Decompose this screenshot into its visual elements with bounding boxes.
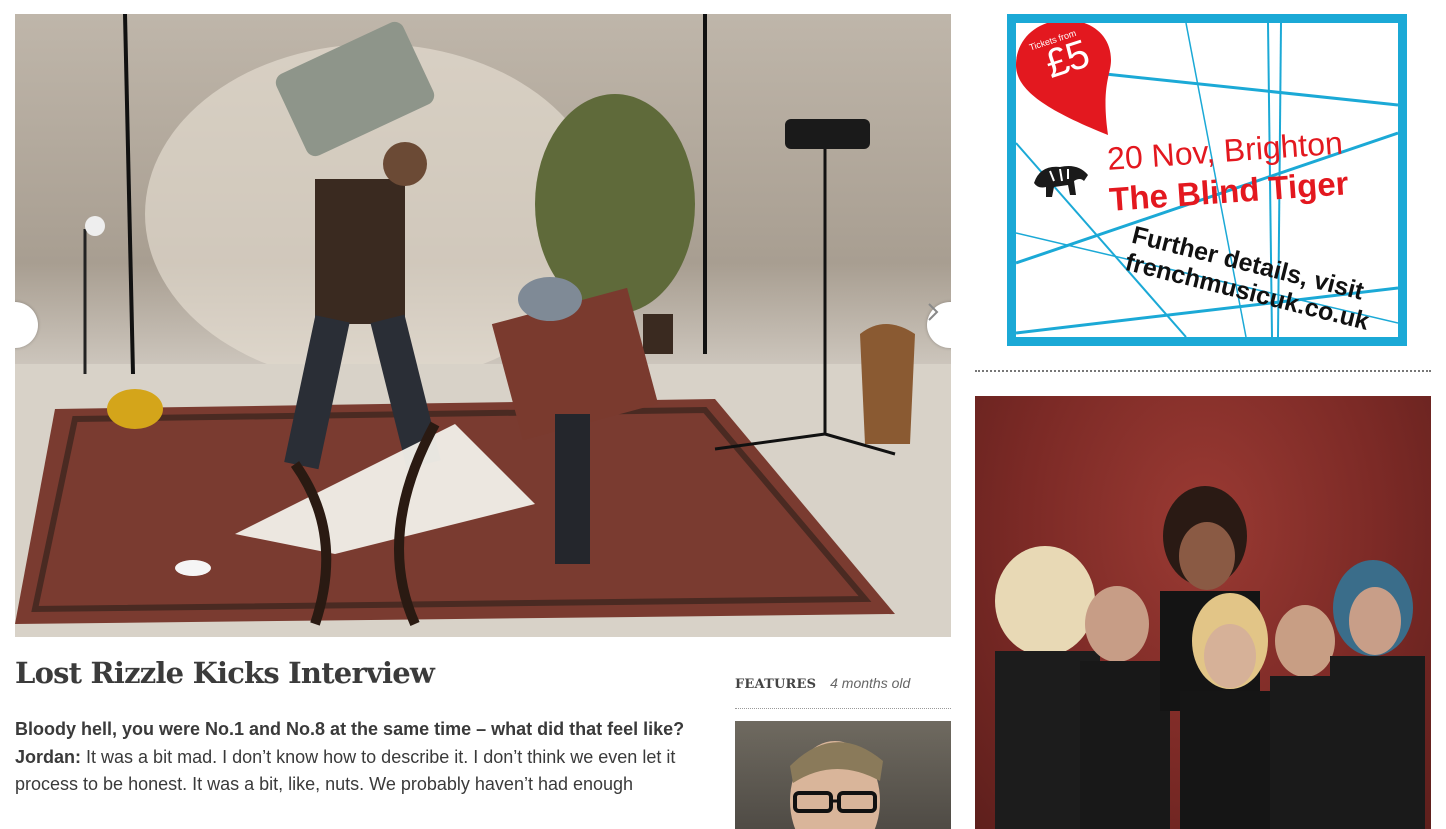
article-title[interactable]: Lost Rizzle Kicks Interview xyxy=(15,656,435,690)
interview-answer: It was a bit mad. I don’t know how to de… xyxy=(15,746,676,795)
feature-meta: FEATURES 4 months old xyxy=(735,675,951,692)
feature-thumbnail[interactable] xyxy=(735,721,951,829)
feature-category-link[interactable]: FEATURES xyxy=(735,677,816,692)
hero-image xyxy=(15,14,951,637)
feature-divider xyxy=(735,708,951,709)
hero-slideshow[interactable] xyxy=(15,14,951,637)
sidebar-feature-image[interactable] xyxy=(975,396,1431,829)
feature-thumbnail-image xyxy=(790,741,883,829)
chevron-right-icon xyxy=(928,303,939,321)
band-photo xyxy=(995,486,1425,829)
advertisement-banner[interactable]: Tickets from £5 20 Nov, Brighton The Bli… xyxy=(1007,14,1407,346)
sidebar-divider xyxy=(975,370,1431,372)
tiger-logo-icon xyxy=(1034,166,1088,197)
article-body: Bloody hell, you were No.1 and No.8 at t… xyxy=(15,716,715,799)
feature-age: 4 months old xyxy=(830,675,911,691)
interview-speaker: Jordan: xyxy=(15,746,82,767)
interview-question: Bloody hell, you were No.1 and No.8 at t… xyxy=(15,719,685,739)
